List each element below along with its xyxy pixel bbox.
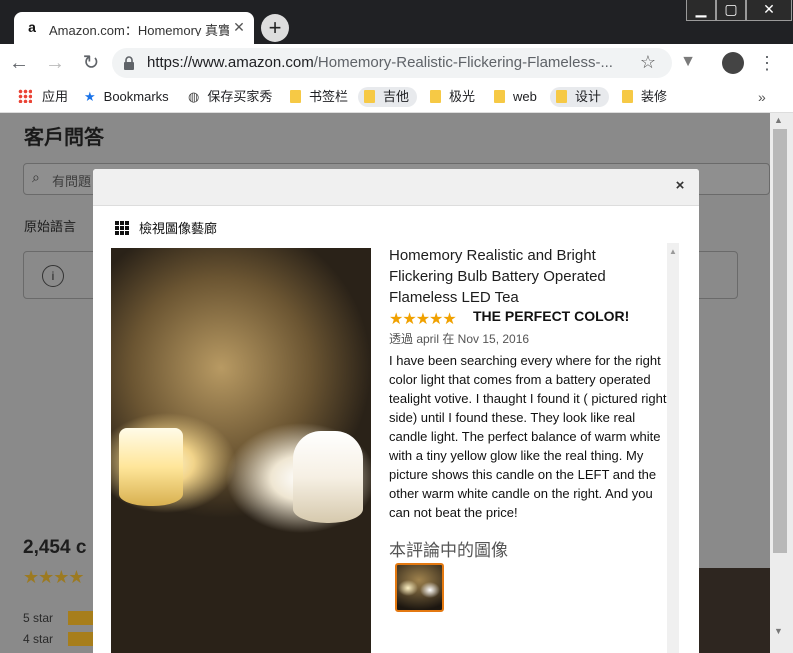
- scroll-up-icon[interactable]: ▲: [774, 115, 783, 125]
- amazon-favicon-icon: a: [28, 19, 36, 35]
- bookmark-folder-web[interactable]: web: [494, 87, 537, 107]
- review-scrollbar[interactable]: ▲: [667, 243, 679, 653]
- new-tab-button[interactable]: +: [261, 14, 289, 42]
- five-star-label[interactable]: 5 star: [23, 611, 53, 625]
- bookmark-label: 极光: [449, 89, 476, 104]
- folder-icon: [364, 90, 375, 103]
- bookmark-save-buyer-show[interactable]: ◍ 保存买家秀: [188, 87, 272, 107]
- forward-arrow-icon[interactable]: →: [44, 52, 66, 74]
- bookmark-label: 设计: [575, 89, 602, 104]
- apps-grid-icon: [18, 89, 32, 103]
- tab-title: Amazon.com：Homemory 真實: [49, 23, 229, 36]
- candle-left-image: [119, 428, 183, 506]
- grid-icon: [115, 221, 129, 235]
- bookmark-label: 应用: [42, 89, 69, 104]
- more-menu-icon[interactable]: ⋮: [758, 52, 776, 74]
- browser-toolbar: ← → ↻ https://www.amazon.com/Homemory-Re…: [0, 44, 793, 82]
- review-body: I have been searching every where for th…: [389, 353, 667, 520]
- review-panel: Homemory Realistic and Bright Flickering…: [381, 243, 679, 653]
- view-image-gallery-link[interactable]: 檢視圖像藝廊: [115, 218, 217, 236]
- bookmark-label: 保存买家秀: [207, 89, 273, 104]
- bookmark-folder-guitar[interactable]: 吉他: [358, 87, 418, 107]
- window-minimize-button[interactable]: ▁: [686, 0, 716, 21]
- tab-close-icon[interactable]: ✕: [231, 19, 247, 35]
- candle-right-image: [293, 431, 363, 523]
- review-main-image: [111, 248, 371, 653]
- review-image-thumbnail[interactable]: [395, 563, 444, 612]
- address-bar[interactable]: https://www.amazon.com/Homemory-Realisti…: [112, 48, 672, 78]
- four-star-label[interactable]: 4 star: [23, 632, 53, 646]
- back-arrow-icon[interactable]: ←: [8, 52, 30, 74]
- bookmark-label: Bookmarks: [103, 89, 169, 104]
- modal-header: ×: [93, 169, 699, 206]
- page-scrollbar[interactable]: ▲ ▼: [770, 113, 793, 653]
- search-icon: ⌕: [32, 169, 40, 185]
- rating-stars: ★★★★: [23, 567, 85, 587]
- bookmark-folder-design[interactable]: 设计: [550, 87, 610, 107]
- bookmark-bookmarks[interactable]: ★ Bookmarks: [84, 87, 169, 107]
- scroll-up-icon[interactable]: ▲: [669, 247, 677, 256]
- scroll-down-icon[interactable]: ▼: [774, 626, 783, 636]
- bookmark-apps[interactable]: 应用: [18, 87, 68, 107]
- folder-icon: [494, 90, 505, 103]
- window-maximize-button[interactable]: ▢: [716, 0, 746, 21]
- review-headline: THE PERFECT COLOR!: [473, 308, 630, 324]
- url-text[interactable]: https://www.amazon.com/Homemory-Realisti…: [147, 54, 632, 72]
- close-icon[interactable]: ×: [671, 177, 689, 195]
- product-title[interactable]: Homemory Realistic and Bright Flickering…: [389, 245, 664, 308]
- review-star-rating: ★★★★★: [389, 311, 457, 328]
- bookmark-star-icon[interactable]: ☆: [638, 52, 658, 72]
- window-close-button[interactable]: ✕: [746, 0, 792, 21]
- background-photo: [698, 568, 770, 653]
- url-host: https://www.amazon.com: [147, 54, 314, 71]
- review-byline: 透過 april 在 Nov 15, 2016: [389, 332, 530, 346]
- folder-icon: [622, 90, 633, 103]
- folder-icon: [430, 90, 441, 103]
- tab-strip: a Amazon.com：Homemory 真實 ✕ + ▁ ▢ ✕: [0, 0, 793, 44]
- bookmark-label: 装修: [641, 89, 668, 104]
- page-title: 客戶問答: [24, 127, 104, 149]
- ratings-count: 2,454 c: [23, 537, 87, 558]
- bookmark-label: 书签栏: [309, 89, 349, 104]
- gallery-link-label: 檢視圖像藝廊: [139, 221, 218, 236]
- star-icon: ★: [84, 89, 96, 104]
- review-images-heading: 本評論中的圖像: [389, 541, 508, 560]
- folder-icon: [556, 90, 567, 103]
- profile-avatar-icon[interactable]: [722, 52, 744, 74]
- reload-icon[interactable]: ↻: [80, 52, 102, 74]
- bookmark-label: 吉他: [383, 89, 410, 104]
- review-image-modal: × 檢視圖像藝廊 Homemory Realistic and Bright F…: [93, 169, 699, 653]
- folder-icon: [290, 90, 301, 103]
- bookmark-folder-decor[interactable]: 装修: [622, 87, 667, 107]
- globe-icon: ◍: [188, 89, 200, 104]
- bookmarks-overflow-icon[interactable]: »: [758, 87, 766, 107]
- extension-icon[interactable]: ▼: [678, 52, 698, 72]
- bookmarks-bar: 应用 ★ Bookmarks ◍ 保存买家秀 书签栏 吉他 极光 web 设计 装修…: [0, 82, 793, 113]
- search-placeholder: 有問題: [52, 174, 92, 189]
- original-language-label: 原始語言: [24, 219, 77, 234]
- browser-tab[interactable]: a Amazon.com：Homemory 真實 ✕: [14, 12, 254, 44]
- url-path: /Homemory-Realistic-Flickering-Flameless…: [313, 54, 613, 71]
- bookmark-folder-aurora[interactable]: 极光: [430, 87, 475, 107]
- bookmark-folder-bookmarks-bar[interactable]: 书签栏: [290, 87, 348, 107]
- bookmark-label: web: [513, 89, 537, 104]
- scrollbar-thumb[interactable]: [773, 129, 787, 553]
- info-icon: i: [42, 265, 64, 287]
- lock-icon: [124, 56, 134, 70]
